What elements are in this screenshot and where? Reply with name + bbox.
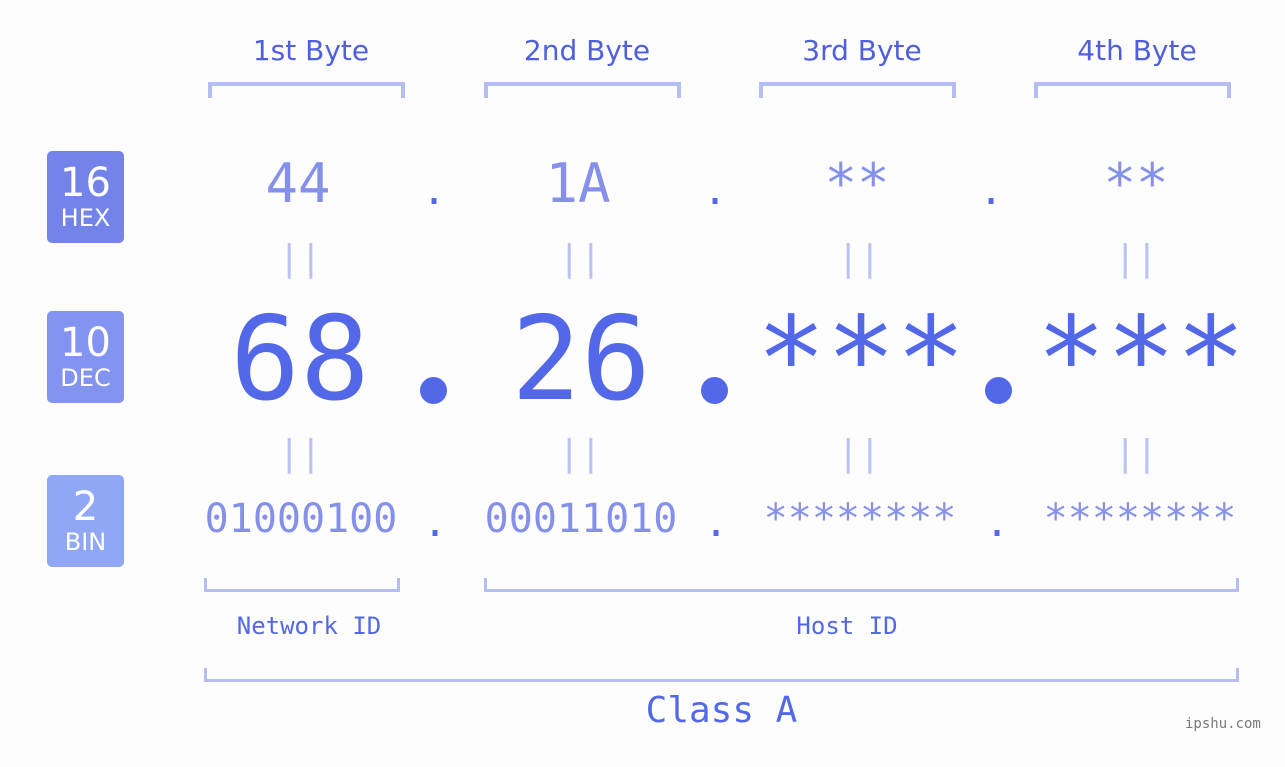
bin-base-number: 2 <box>72 484 99 530</box>
bin-base-label: BIN <box>64 528 107 556</box>
dec-byte-2: 26 <box>511 292 651 427</box>
bin-byte-4: ******** <box>1043 496 1237 542</box>
hex-separator-2: . <box>703 168 728 214</box>
equals-hex-dec-1: || <box>278 238 322 279</box>
host-id-label: Host ID <box>796 612 898 640</box>
bin-byte-1: 01000100 <box>204 496 398 542</box>
dec-separator-2 <box>701 377 728 404</box>
hex-separator-1: . <box>422 168 447 214</box>
bin-separator-1: . <box>423 500 448 546</box>
hex-badge: 16 HEX <box>47 151 124 243</box>
dec-base-number: 10 <box>60 320 111 366</box>
dec-byte-1: 68 <box>230 292 370 427</box>
byte-bracket-1 <box>208 82 405 98</box>
hex-byte-1: 44 <box>265 152 331 215</box>
hex-base-label: HEX <box>60 204 111 232</box>
equals-hex-dec-2: || <box>558 238 602 279</box>
bin-badge: 2 BIN <box>47 475 124 567</box>
hex-byte-3: ** <box>824 152 890 215</box>
class-bracket <box>204 668 1239 682</box>
byte-header-1: 1st Byte <box>252 34 370 67</box>
hex-base-number: 16 <box>60 160 111 206</box>
dec-separator-3 <box>985 377 1012 404</box>
hex-byte-2: 1A <box>545 152 611 215</box>
byte-bracket-2 <box>484 82 681 98</box>
byte-header-3: 3rd Byte <box>802 34 922 67</box>
network-id-label: Network ID <box>236 612 382 640</box>
equals-dec-bin-3: || <box>837 433 881 474</box>
equals-dec-bin-4: || <box>1114 433 1158 474</box>
dec-base-label: DEC <box>60 364 111 392</box>
dec-badge: 10 DEC <box>47 311 124 403</box>
bin-separator-3: . <box>985 500 1010 546</box>
bin-separator-2: . <box>704 500 729 546</box>
bin-byte-2: 00011010 <box>484 496 678 542</box>
dec-byte-3: *** <box>756 292 966 427</box>
network-id-bracket <box>204 578 400 592</box>
equals-dec-bin-2: || <box>558 433 602 474</box>
equals-dec-bin-1: || <box>278 433 322 474</box>
equals-hex-dec-4: || <box>1114 238 1158 279</box>
equals-hex-dec-3: || <box>837 238 881 279</box>
class-label: Class A <box>645 690 798 731</box>
hex-separator-3: . <box>979 168 1004 214</box>
byte-bracket-3 <box>759 82 956 98</box>
dec-separator-1 <box>420 377 447 404</box>
hex-byte-4: ** <box>1103 152 1169 215</box>
byte-header-4: 4th Byte <box>1077 34 1197 67</box>
host-id-bracket <box>484 578 1239 592</box>
bin-byte-3: ******** <box>763 496 957 542</box>
byte-bracket-4 <box>1034 82 1231 98</box>
dec-byte-4: *** <box>1036 292 1246 427</box>
byte-header-2: 2nd Byte <box>523 34 651 67</box>
watermark: ipshu.com <box>1185 716 1261 732</box>
